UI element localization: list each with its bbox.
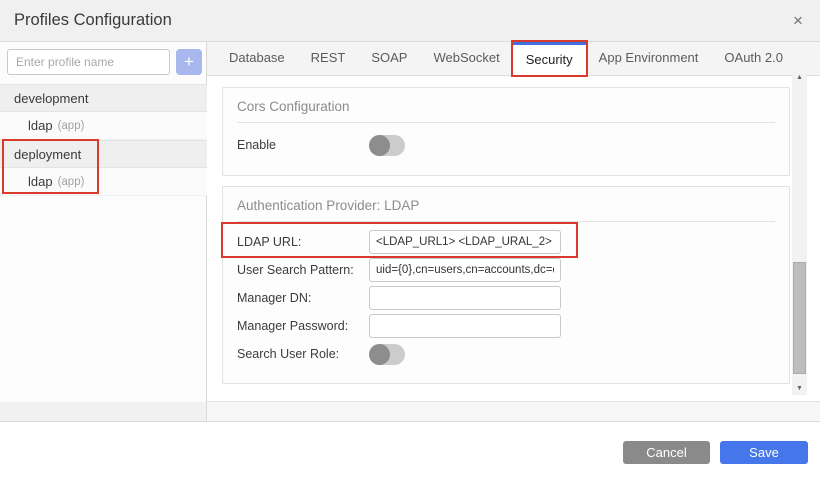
- cors-enable-toggle[interactable]: [369, 135, 405, 156]
- manager-password-row: Manager Password:: [237, 313, 775, 339]
- scroll-down-icon[interactable]: ▼: [792, 383, 807, 395]
- security-tab-panel: Cors Configuration Enable Authentication…: [207, 76, 820, 402]
- tab-security[interactable]: Security: [513, 42, 586, 75]
- toggle-knob: [369, 344, 390, 365]
- cancel-button[interactable]: Cancel: [623, 441, 710, 464]
- app-label: ldap: [28, 174, 53, 189]
- app-type-suffix: (app): [58, 176, 85, 188]
- panel-footer-strip: [207, 402, 820, 421]
- manager-password-label: Manager Password:: [237, 319, 369, 333]
- tab-rest[interactable]: REST: [298, 42, 359, 75]
- sidebar-footer-strip: [0, 402, 206, 421]
- ldap-url-label: LDAP URL:: [237, 235, 369, 249]
- dialog-header: Profiles Configuration ×: [0, 0, 820, 42]
- user-search-pattern-input[interactable]: [369, 258, 561, 282]
- manager-dn-label: Manager DN:: [237, 291, 369, 305]
- profile-list: development ldap (app) deployment ldap (…: [0, 84, 207, 196]
- search-user-role-label: Search User Role:: [237, 347, 369, 361]
- scroll-up-icon[interactable]: ▲: [792, 72, 807, 84]
- ldap-url-input[interactable]: [369, 230, 561, 254]
- sidebar-item-ldap-app-1[interactable]: ldap (app): [0, 112, 207, 140]
- tab-database[interactable]: Database: [216, 42, 298, 75]
- app-label: ldap: [28, 118, 53, 133]
- auth-form: LDAP URL: User Search Pattern: Manager D…: [223, 229, 789, 367]
- tab-oauth[interactable]: OAuth 2.0: [711, 42, 796, 75]
- close-icon[interactable]: ×: [788, 11, 808, 31]
- profile-name-input[interactable]: [7, 49, 170, 75]
- ldap-url-row: LDAP URL:: [237, 229, 775, 255]
- manager-dn-input[interactable]: [369, 286, 561, 310]
- toggle-knob: [369, 135, 390, 156]
- save-button[interactable]: Save: [720, 441, 808, 464]
- scrollbar-thumb[interactable]: [793, 262, 806, 374]
- profile-add-row: +: [0, 42, 207, 84]
- cors-configuration-card: Cors Configuration Enable: [222, 87, 790, 176]
- search-user-role-toggle[interactable]: [369, 344, 405, 365]
- dialog-title: Profiles Configuration: [14, 11, 172, 30]
- user-search-pattern-row: User Search Pattern:: [237, 257, 775, 283]
- tab-soap[interactable]: SOAP: [358, 42, 420, 75]
- sidebar-item-ldap-app-2[interactable]: ldap (app): [0, 168, 207, 196]
- user-search-pattern-label: User Search Pattern:: [237, 263, 369, 277]
- sidebar-item-deployment[interactable]: deployment: [0, 140, 207, 168]
- auth-provider-ldap-card: Authentication Provider: LDAP LDAP URL: …: [222, 186, 790, 384]
- search-user-role-row: Search User Role:: [237, 341, 775, 367]
- enable-label: Enable: [237, 138, 369, 152]
- config-tabbar: Database REST SOAP WebSocket Security Ap…: [207, 42, 820, 76]
- tab-app-environment[interactable]: App Environment: [586, 42, 712, 75]
- manager-password-input[interactable]: [369, 314, 561, 338]
- auth-section-title: Authentication Provider: LDAP: [223, 187, 789, 221]
- profile-label: deployment: [14, 147, 81, 162]
- tab-websocket[interactable]: WebSocket: [420, 42, 512, 75]
- cors-section-title: Cors Configuration: [223, 88, 789, 122]
- manager-dn-row: Manager DN:: [237, 285, 775, 311]
- sidebar-item-development[interactable]: development: [0, 84, 207, 112]
- profiles-configuration-dialog: Profiles Configuration × + development l…: [0, 0, 820, 480]
- add-profile-button[interactable]: +: [176, 49, 202, 75]
- profiles-sidebar: + development ldap (app) deployment ldap…: [0, 42, 207, 421]
- section-divider: [237, 122, 775, 123]
- profile-label: development: [14, 91, 88, 106]
- app-type-suffix: (app): [58, 120, 85, 132]
- section-divider: [237, 221, 775, 222]
- cors-enable-row: Enable: [237, 132, 775, 158]
- panel-scrollbar[interactable]: ▲ ▼: [792, 72, 807, 395]
- dialog-footer: Cancel Save: [0, 421, 820, 480]
